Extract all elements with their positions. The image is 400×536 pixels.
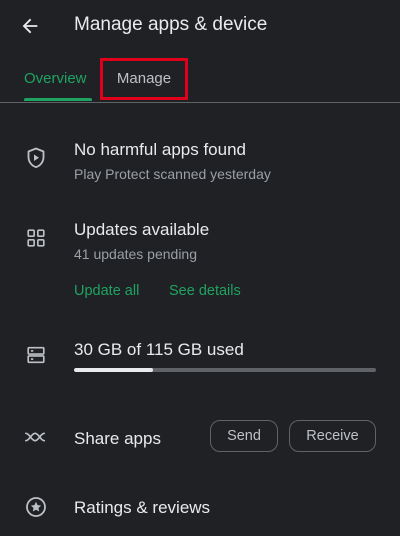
storage-label: 30 GB of 115 GB used: [74, 340, 244, 359]
tab-bar: Overview Manage: [0, 58, 400, 102]
play-protect-subtitle: Play Protect scanned yesterday: [74, 166, 271, 182]
send-button[interactable]: Send: [210, 420, 278, 452]
updates-row: Updates available 41 updates pending Upd…: [0, 216, 400, 306]
page-title: Manage apps & device: [74, 14, 268, 35]
storage-icon: [24, 343, 48, 367]
manage-apps-screen: Manage apps & device Overview Manage No …: [0, 0, 400, 536]
storage-row[interactable]: 30 GB of 115 GB used: [0, 336, 400, 380]
ratings-reviews-label: Ratings & reviews: [74, 498, 211, 517]
ratings-reviews-row[interactable]: Ratings & reviews: [0, 492, 400, 524]
tab-overview[interactable]: Overview: [24, 60, 87, 100]
star-circle-icon: [24, 495, 48, 519]
back-button[interactable]: [16, 12, 44, 40]
shield-play-icon: [24, 146, 48, 170]
storage-usage-bar: [74, 368, 376, 372]
tabs-divider: [0, 102, 400, 103]
share-apps-label: Share apps: [74, 429, 161, 448]
play-protect-row[interactable]: No harmful apps found Play Protect scann…: [0, 136, 400, 192]
see-details-link[interactable]: See details: [169, 283, 241, 299]
receive-button[interactable]: Receive: [289, 420, 376, 452]
tab-active-indicator: [24, 98, 92, 101]
update-all-link[interactable]: Update all: [74, 283, 139, 299]
top-app-bar: Manage apps & device: [0, 0, 400, 52]
storage-usage-fill: [74, 368, 153, 372]
updates-subtitle: 41 updates pending: [74, 246, 197, 262]
grid-apps-icon: [24, 226, 48, 250]
play-protect-title: No harmful apps found: [74, 140, 246, 159]
tab-manage[interactable]: Manage: [100, 58, 188, 100]
updates-title: Updates available: [74, 220, 210, 239]
arrow-back-icon: [22, 18, 38, 34]
share-apps-icon: [24, 425, 48, 449]
